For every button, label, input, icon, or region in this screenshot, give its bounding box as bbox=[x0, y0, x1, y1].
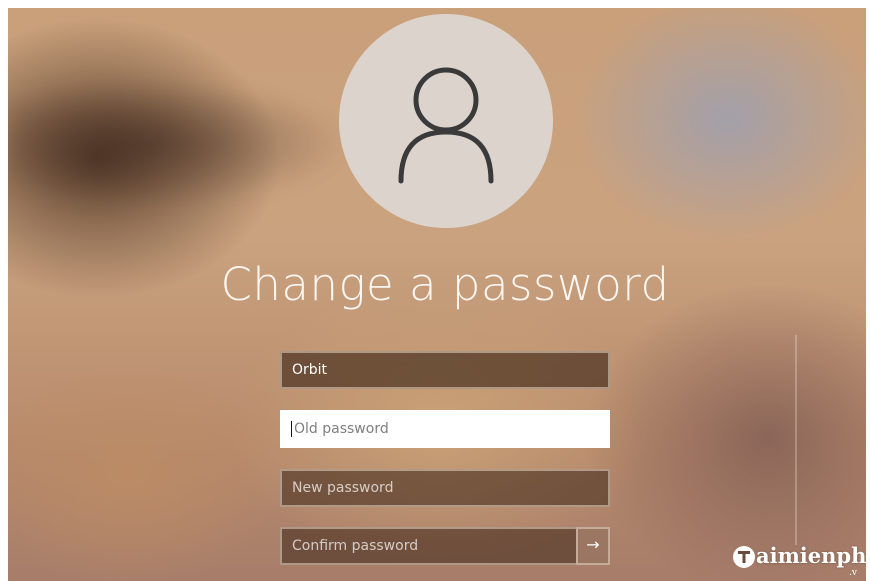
watermark-text: aimienph bbox=[756, 543, 867, 568]
watermark-logo: aimienph .v bbox=[728, 540, 870, 581]
old-password-placeholder: Old password bbox=[294, 421, 389, 437]
new-password-placeholder: New password bbox=[292, 480, 394, 496]
lock-screen: Change a password Orbit Old password New… bbox=[0, 0, 870, 581]
watermark-t-icon bbox=[733, 546, 755, 568]
page-title: Change a password bbox=[220, 258, 670, 311]
confirm-password-input[interactable]: Confirm password bbox=[280, 527, 576, 565]
confirm-password-placeholder: Confirm password bbox=[292, 538, 419, 554]
new-password-input[interactable]: New password bbox=[280, 469, 610, 507]
user-avatar bbox=[339, 14, 553, 228]
background-line bbox=[795, 335, 797, 545]
submit-button[interactable]: → bbox=[576, 527, 610, 565]
text-caret bbox=[291, 421, 292, 437]
old-password-input[interactable]: Old password bbox=[280, 410, 610, 448]
arrow-right-icon: → bbox=[586, 535, 600, 554]
username-value: Orbit bbox=[292, 362, 328, 378]
watermark-suffix: .v bbox=[849, 568, 857, 578]
wallpaper-shadow bbox=[8, 78, 348, 208]
username-field[interactable]: Orbit bbox=[280, 351, 610, 389]
user-silhouette-icon bbox=[398, 67, 494, 184]
